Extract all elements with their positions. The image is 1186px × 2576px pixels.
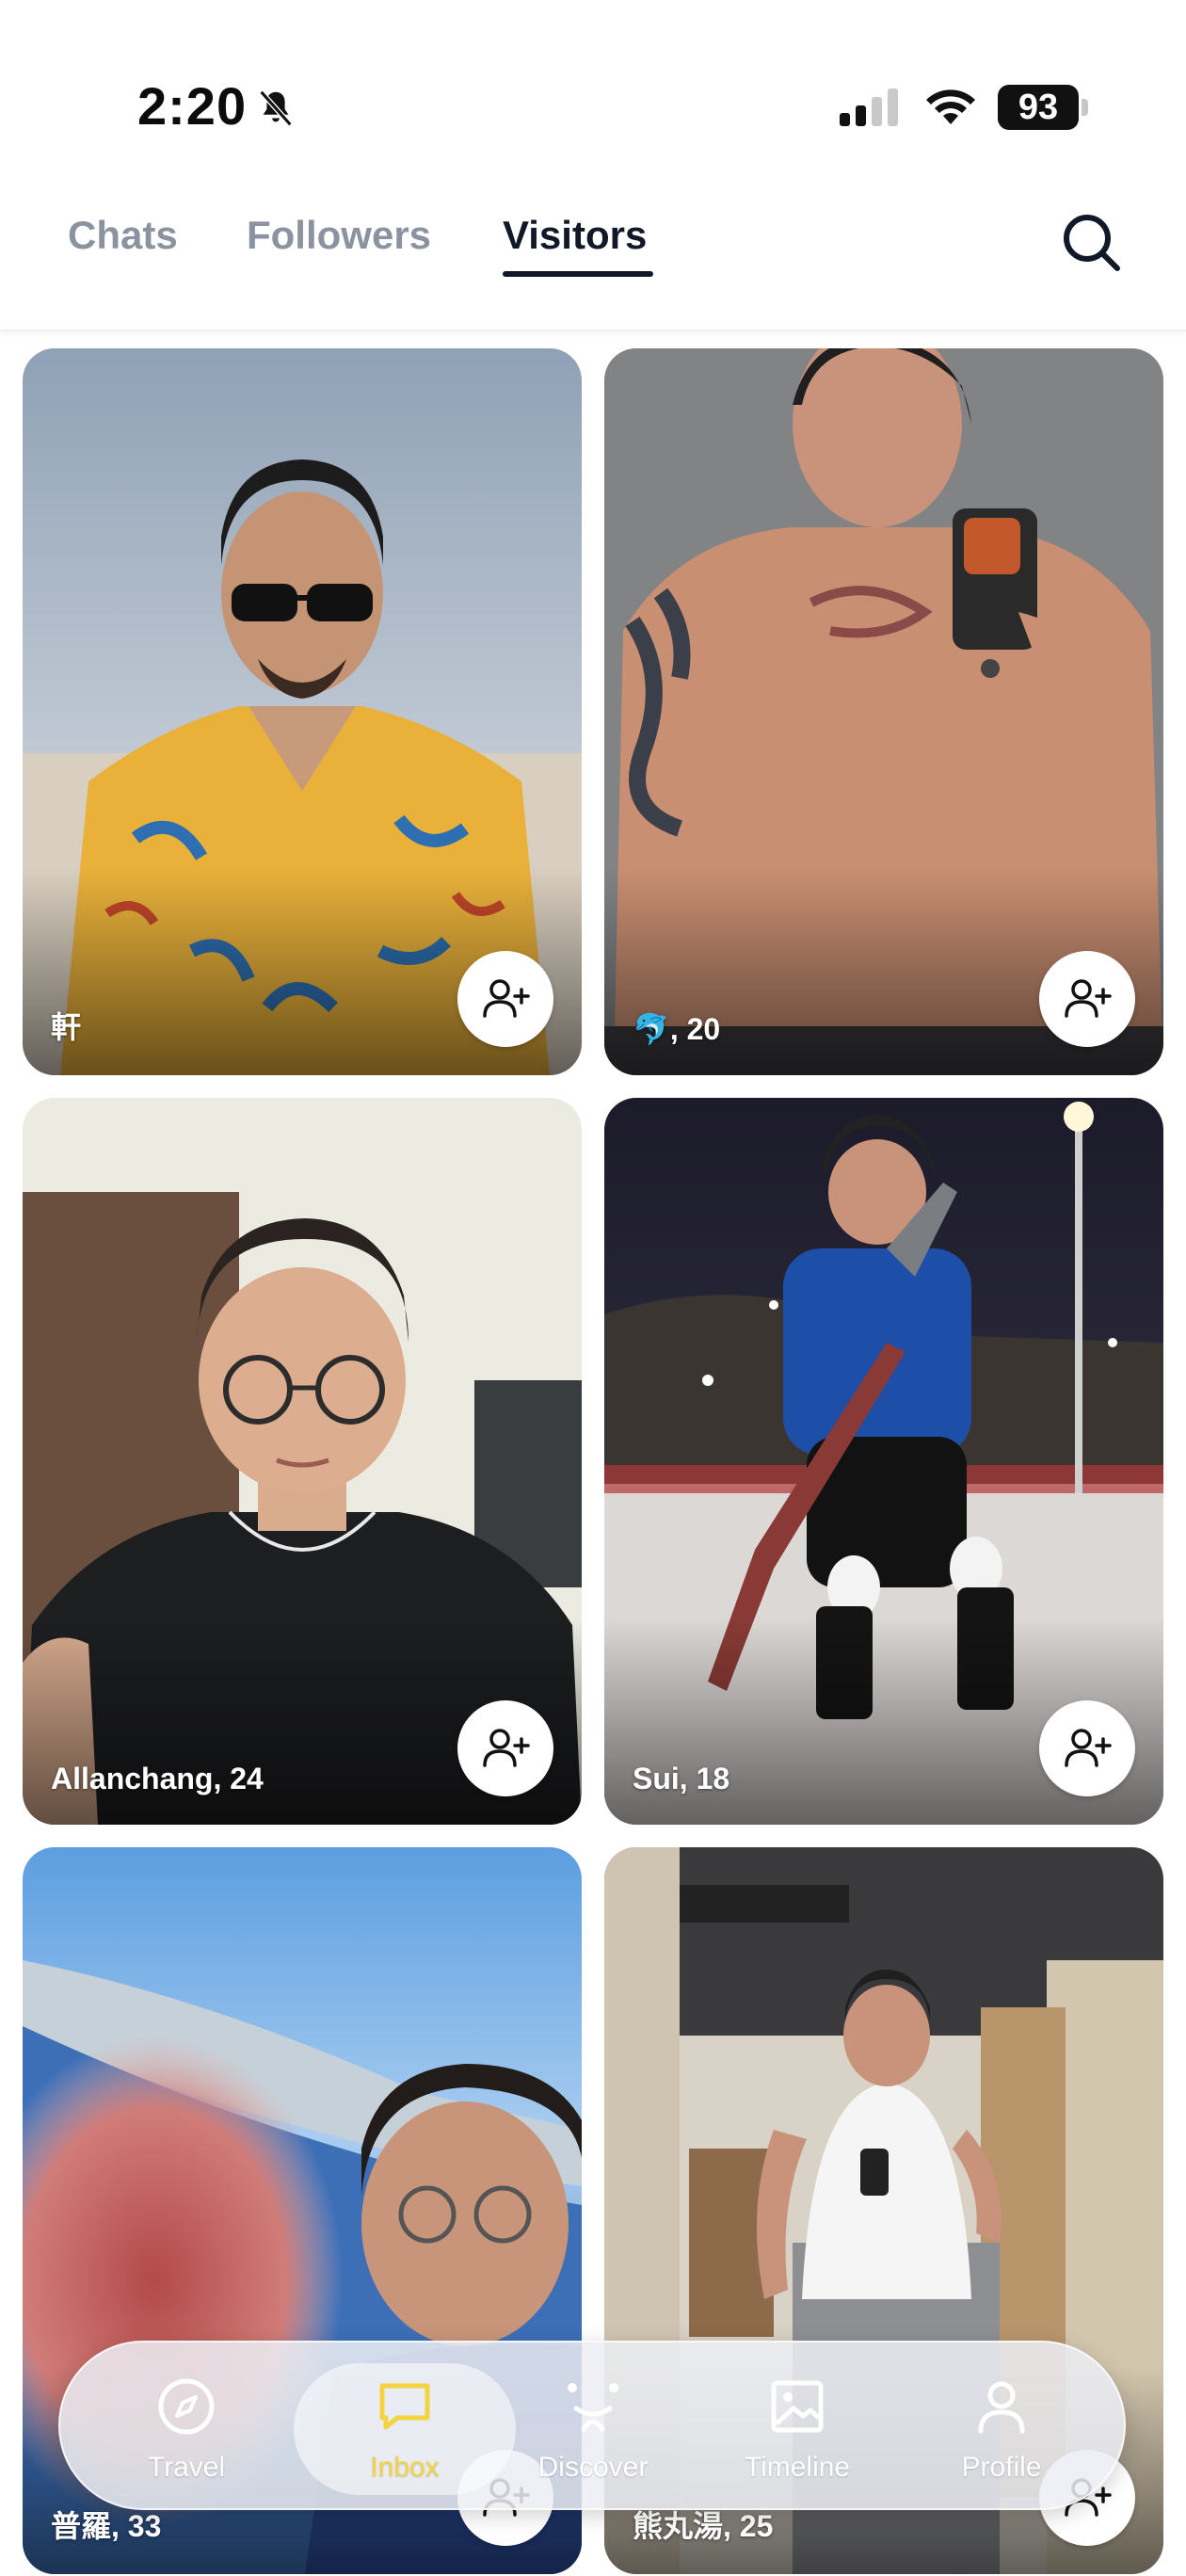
- visitor-name: Sui, 18: [633, 1762, 730, 1795]
- add-user-icon: [1065, 1729, 1112, 1767]
- discover-face-icon: [568, 2383, 618, 2432]
- follow-button[interactable]: [1039, 951, 1135, 1047]
- nav-label: Inbox: [370, 2452, 440, 2483]
- visitor-name: 軒: [51, 1010, 82, 1044]
- status-bar: 2:20 93: [0, 0, 1186, 188]
- person-icon: [978, 2381, 1025, 2434]
- wifi-icon: [926, 89, 975, 124]
- search-icon[interactable]: [1058, 209, 1124, 275]
- follow-button[interactable]: [1039, 1700, 1135, 1796]
- tab-followers[interactable]: Followers: [247, 213, 431, 258]
- nav-label: Travel: [147, 2452, 226, 2483]
- visitor-name: Allanchang, 24: [51, 1762, 264, 1795]
- image-icon: [771, 2380, 824, 2433]
- add-user-icon: [483, 1729, 530, 1767]
- nav-label: Discover: [537, 2452, 649, 2483]
- active-tab-indicator: [503, 271, 653, 277]
- compass-icon: [158, 2378, 215, 2435]
- tab-chats[interactable]: Chats: [68, 213, 178, 258]
- add-user-icon: [1065, 979, 1112, 1018]
- nav-item-profile[interactable]: Profile: [907, 2343, 1096, 2512]
- inbox-tab-bar: Chats Followers Visitors: [0, 188, 1186, 331]
- cellular-signal-icon: [840, 89, 898, 126]
- battery-level: 93: [998, 85, 1079, 130]
- nav-label: Timeline: [744, 2452, 851, 2483]
- add-user-icon: [483, 979, 530, 1018]
- chat-bubble-icon: [379, 2383, 430, 2430]
- visitor-card[interactable]: 🐬, 20: [604, 348, 1163, 1075]
- nav-label: Profile: [961, 2452, 1042, 2483]
- nav-item-travel[interactable]: Travel: [92, 2343, 280, 2512]
- visitor-card[interactable]: Sui, 18: [604, 1098, 1163, 1825]
- battery-icon: 93: [998, 85, 1088, 130]
- nav-item-timeline[interactable]: Timeline: [703, 2343, 891, 2512]
- bottom-nav-bar: Travel Inbox Discover Timeline Profile: [58, 2341, 1126, 2510]
- follow-button[interactable]: [457, 951, 553, 1047]
- visitor-card[interactable]: 軒: [23, 348, 582, 1075]
- tab-visitors[interactable]: Visitors: [503, 213, 647, 258]
- bell-slash-icon: [259, 89, 293, 127]
- status-time: 2:20: [137, 76, 248, 136]
- visitor-name: 🐬, 20: [633, 1012, 721, 1046]
- nav-item-inbox[interactable]: Inbox: [294, 2343, 516, 2512]
- visitor-card[interactable]: Allanchang, 24: [23, 1098, 582, 1825]
- nav-item-discover[interactable]: Discover: [499, 2343, 687, 2512]
- follow-button[interactable]: [457, 1700, 553, 1796]
